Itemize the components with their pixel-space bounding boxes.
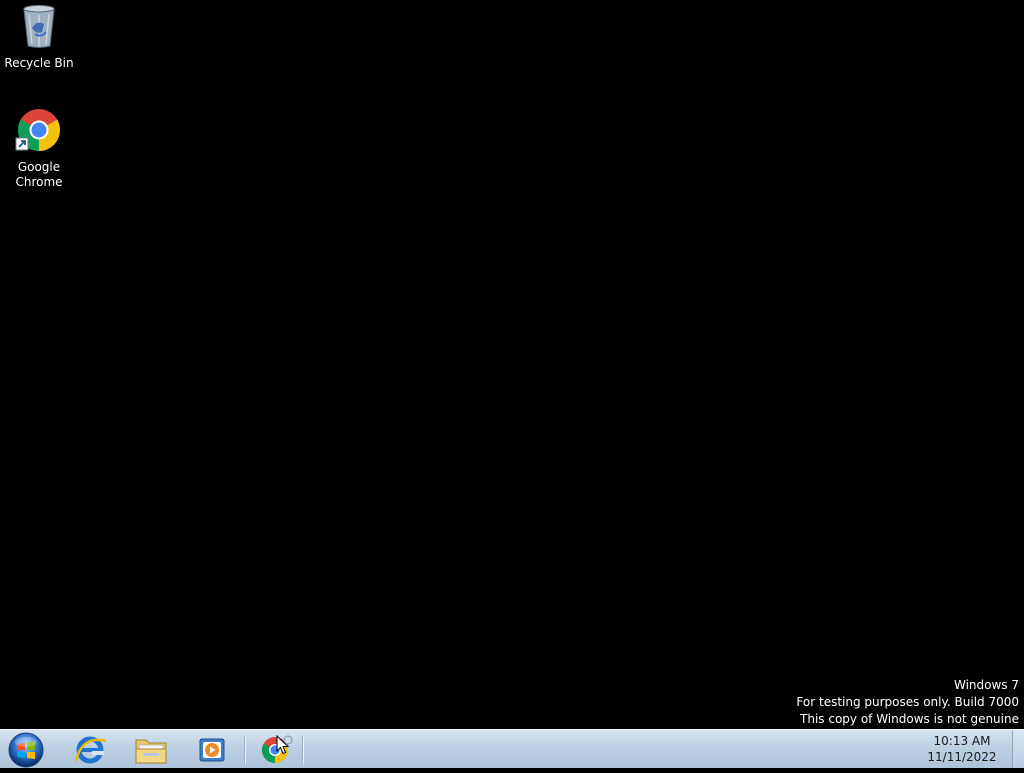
recycle-bin-icon (15, 2, 63, 50)
taskbar-internet-explorer-button[interactable] (62, 731, 118, 767)
watermark-line-2: For testing purposes only. Build 7000 (796, 695, 1019, 709)
watermark-line-1: Windows 7 (953, 678, 1019, 692)
folder-icon (123, 739, 179, 771)
show-desktop-button[interactable] (1012, 730, 1024, 768)
windows-watermark: Windows 7 For testing purposes only. Bui… (796, 677, 1019, 728)
desktop: Recycle Bin Google Chrome Windows 7 For … (0, 0, 1024, 729)
taskbar-separator (302, 736, 304, 764)
chrome-icon (15, 106, 63, 154)
mouse-cursor-icon (276, 734, 290, 755)
desktop-icon-google-chrome[interactable]: Google Chrome (1, 106, 77, 190)
watermark-line-3: This copy of Windows is not genuine (800, 712, 1019, 726)
desktop-icon-label: Recycle Bin (4, 56, 74, 70)
system-clock[interactable]: 10:13 AM 11/11/2022 (920, 733, 1004, 765)
taskbar-separator (244, 736, 246, 764)
clock-time: 10:13 AM (933, 734, 991, 748)
internet-explorer-icon (62, 736, 118, 771)
taskbar-media-player-button[interactable] (184, 731, 240, 767)
media-player-icon (184, 738, 240, 771)
taskbar: 10:13 AM 11/11/2022 (0, 729, 1024, 768)
taskbar-google-chrome-button[interactable] (247, 731, 303, 767)
windows-start-orb-icon (6, 732, 46, 773)
desktop-icon-label: Google Chrome (15, 160, 63, 189)
start-button[interactable] (6, 731, 46, 769)
clock-date: 11/11/2022 (927, 750, 997, 764)
desktop-icon-recycle-bin[interactable]: Recycle Bin (1, 2, 77, 71)
chrome-icon (247, 735, 303, 771)
taskbar-windows-explorer-button[interactable] (123, 731, 179, 767)
